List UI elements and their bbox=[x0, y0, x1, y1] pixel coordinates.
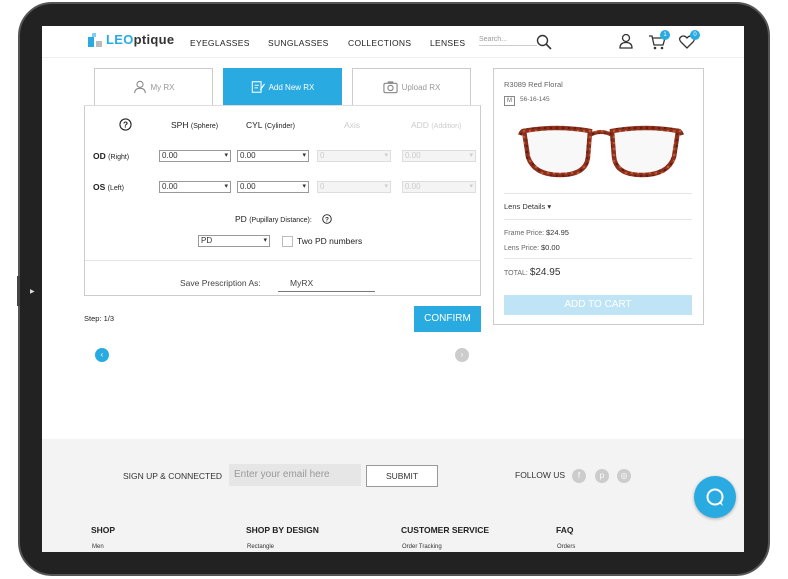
od-sph-select[interactable]: 0.00 bbox=[159, 150, 231, 162]
product-divider bbox=[504, 219, 692, 220]
total-price: TOTAL: $24.95 bbox=[504, 267, 561, 278]
lens-details-toggle[interactable]: Lens Details ▾ bbox=[504, 202, 551, 211]
frame-size: 56-16-145 bbox=[520, 96, 550, 103]
rx-form: ? SPH (Sphere) CYL (Cylinder) Axis ADD (… bbox=[84, 105, 481, 296]
signup-label: SIGN UP & CONNECTED bbox=[123, 471, 223, 481]
newsletter-email-input[interactable]: Enter your email here bbox=[229, 464, 361, 486]
prev-step-button[interactable]: ‹ bbox=[95, 348, 109, 362]
screen: LEOptique EYEGLASSES SUNGLASSES COLLECTI… bbox=[42, 26, 744, 552]
search-icon[interactable] bbox=[536, 34, 552, 50]
tab-my-rx[interactable]: My RX bbox=[94, 68, 213, 105]
cart-count-badge: 1 bbox=[660, 30, 670, 40]
tab-label: My RX bbox=[150, 82, 175, 92]
account-icon[interactable] bbox=[618, 33, 634, 49]
cyl-column-header: CYL (Cylinder) bbox=[246, 120, 295, 130]
site-header: LEOptique EYEGLASSES SUNGLASSES COLLECTI… bbox=[42, 26, 744, 58]
sph-column-header: SPH (Sphere) bbox=[171, 120, 219, 130]
two-pd-label: Two PD numbers bbox=[297, 236, 363, 246]
chat-button[interactable] bbox=[694, 476, 736, 518]
tab-label: Add New RX bbox=[268, 82, 315, 92]
axis-column-header: Axis bbox=[344, 120, 361, 130]
footer-heading-shop-by-design: SHOP BY DESIGN bbox=[246, 525, 319, 535]
product-summary: R3089 Red Floral M 56-16-145 Lens Detail… bbox=[493, 68, 704, 325]
footer-link[interactable]: Orders bbox=[557, 544, 575, 550]
os-label: OS (Left) bbox=[93, 182, 124, 192]
search-input[interactable]: Search... bbox=[479, 36, 537, 46]
svg-text:?: ? bbox=[325, 216, 329, 223]
next-step-button[interactable]: › bbox=[455, 348, 469, 362]
lens-price: Lens Price: $0.00 bbox=[504, 243, 560, 252]
chat-bubble-icon bbox=[706, 488, 724, 506]
size-badge: M bbox=[504, 96, 515, 106]
logo[interactable]: LEOptique bbox=[88, 32, 174, 47]
save-prescription-label: Save Prescription As: bbox=[180, 278, 261, 288]
os-add-select: 0.00 bbox=[402, 181, 476, 193]
logo-text: LEOptique bbox=[106, 32, 175, 47]
camera-icon bbox=[383, 81, 398, 94]
user-icon bbox=[133, 80, 146, 94]
nav-collections[interactable]: COLLECTIONS bbox=[348, 38, 418, 48]
newsletter-submit-button[interactable]: SUBMIT bbox=[366, 465, 438, 487]
product-name: R3089 Red Floral bbox=[504, 80, 563, 89]
os-sph-select[interactable]: 0.00 bbox=[159, 181, 231, 193]
side-indicator: ▶ bbox=[30, 289, 35, 295]
add-to-cart-button[interactable]: ADD TO CART bbox=[504, 295, 692, 315]
site-footer: SIGN UP & CONNECTED Enter your email her… bbox=[42, 439, 744, 552]
follow-us-label: FOLLOW US bbox=[515, 470, 566, 480]
help-icon[interactable]: ? bbox=[119, 118, 132, 131]
footer-link[interactable]: Order Tracking bbox=[402, 544, 442, 550]
add-column-header: ADD (Addition) bbox=[411, 120, 462, 130]
od-cyl-select[interactable]: 0.00 bbox=[237, 150, 309, 162]
footer-heading-faq: FAQ bbox=[556, 525, 574, 535]
pd-select[interactable]: PD bbox=[198, 235, 270, 247]
footer-link[interactable]: Rectangle bbox=[247, 544, 274, 550]
product-divider bbox=[504, 193, 692, 194]
facebook-icon[interactable]: f bbox=[572, 469, 586, 483]
wishlist-count-badge: 0 bbox=[690, 30, 700, 40]
pd-label: PD (Pupillary Distance): bbox=[235, 214, 312, 224]
od-axis-select: 0 bbox=[317, 150, 391, 162]
two-pd-checkbox[interactable] bbox=[282, 236, 293, 247]
tab-label: Upload RX bbox=[401, 82, 441, 92]
os-cyl-select[interactable]: 0.00 bbox=[237, 181, 309, 193]
nav-sunglasses[interactable]: SUNGLASSES bbox=[268, 38, 338, 48]
instagram-icon[interactable]: ◎ bbox=[617, 469, 631, 483]
nav-lenses[interactable]: LENSES bbox=[430, 38, 470, 48]
od-add-select: 0.00 bbox=[402, 150, 476, 162]
glasses-image bbox=[518, 125, 684, 178]
edit-icon bbox=[251, 81, 265, 93]
tab-upload-rx[interactable]: Upload RX bbox=[352, 68, 471, 105]
svg-text:?: ? bbox=[123, 120, 128, 130]
side-button bbox=[17, 276, 20, 306]
footer-heading-customer-service: CUSTOMER SERVICE bbox=[401, 525, 490, 535]
tab-add-new-rx[interactable]: Add New RX bbox=[223, 68, 342, 105]
confirm-button[interactable]: CONFIRM bbox=[414, 306, 481, 332]
save-prescription-input[interactable]: MyRX bbox=[278, 278, 375, 292]
logo-mark-icon bbox=[88, 32, 102, 47]
footer-heading-shop: SHOP bbox=[91, 525, 116, 535]
product-divider bbox=[504, 258, 692, 259]
os-axis-select: 0 bbox=[317, 181, 391, 193]
pinterest-icon[interactable]: p bbox=[595, 469, 609, 483]
nav-eyeglasses[interactable]: EYEGLASSES bbox=[190, 38, 260, 48]
step-indicator: Step: 1/3 bbox=[84, 314, 115, 323]
form-divider bbox=[85, 260, 480, 261]
frame-price: Frame Price: $24.95 bbox=[504, 228, 569, 237]
pd-help-icon[interactable]: ? bbox=[322, 214, 332, 224]
od-label: OD (Right) bbox=[93, 151, 130, 161]
footer-link[interactable]: Men bbox=[92, 544, 104, 550]
